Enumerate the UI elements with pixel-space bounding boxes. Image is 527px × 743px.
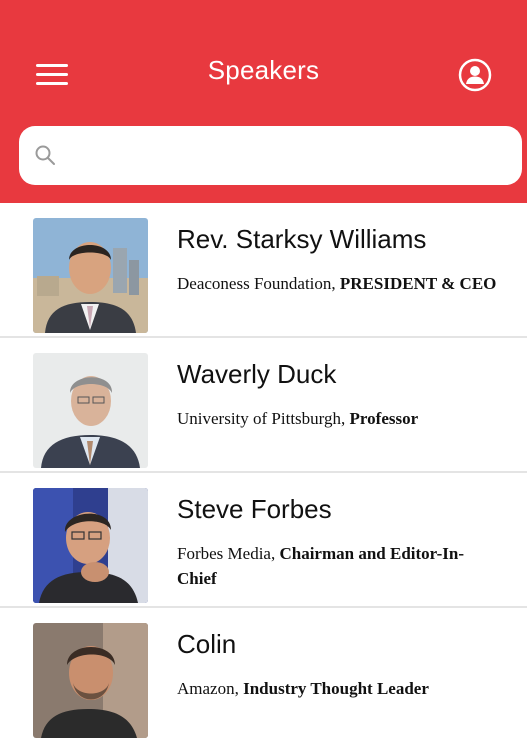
user-profile-icon[interactable] <box>458 58 492 92</box>
speaker-affiliation: Amazon, Industry Thought Leader <box>177 679 429 698</box>
speaker-organization: Deaconess Foundation <box>177 274 332 293</box>
speaker-row[interactable]: Rev. Starksy Williams Deaconess Foundati… <box>0 203 527 338</box>
speaker-role: PRESIDENT & CEO <box>339 274 497 293</box>
app-header: Speakers <box>0 0 527 203</box>
speaker-affiliation: Deaconess Foundation, PRESIDENT & CEO <box>177 274 497 293</box>
speaker-affiliation: University of Pittsburgh, Professor <box>177 409 419 428</box>
speakers-screen: Speakers Rev. Starksy Williams Deaconess… <box>0 0 527 743</box>
speaker-organization: University of Pittsburgh <box>177 409 342 428</box>
speaker-role: Professor <box>349 409 419 428</box>
speaker-row[interactable]: Colin Amazon, Industry Thought Leader <box>0 608 527 743</box>
speaker-name: Steve Forbes <box>177 494 332 524</box>
speaker-list: Rev. Starksy Williams Deaconess Foundati… <box>0 203 527 743</box>
speaker-photo <box>33 353 148 468</box>
speaker-name: Waverly Duck <box>177 359 337 389</box>
search-icon <box>35 145 55 165</box>
speaker-name: Rev. Starksy Williams <box>177 224 427 254</box>
speaker-photo <box>33 488 148 603</box>
speaker-photo <box>33 218 148 333</box>
search-bar[interactable] <box>19 126 522 185</box>
speaker-name: Colin <box>177 629 237 659</box>
search-input[interactable] <box>69 136 513 176</box>
speaker-photo <box>33 623 148 738</box>
speaker-row[interactable]: Waverly Duck University of Pittsburgh, P… <box>0 338 527 473</box>
speaker-organization: Amazon <box>177 679 235 698</box>
page-title: Speakers <box>207 55 320 85</box>
speaker-row[interactable]: Steve Forbes Forbes Media, Chairman and … <box>0 473 527 608</box>
speaker-organization: Forbes Media <box>177 544 271 563</box>
speaker-affiliation: Forbes Media, Chairman and Editor-In-Chi… <box>177 544 464 588</box>
speaker-role: Industry Thought Leader <box>243 679 429 698</box>
